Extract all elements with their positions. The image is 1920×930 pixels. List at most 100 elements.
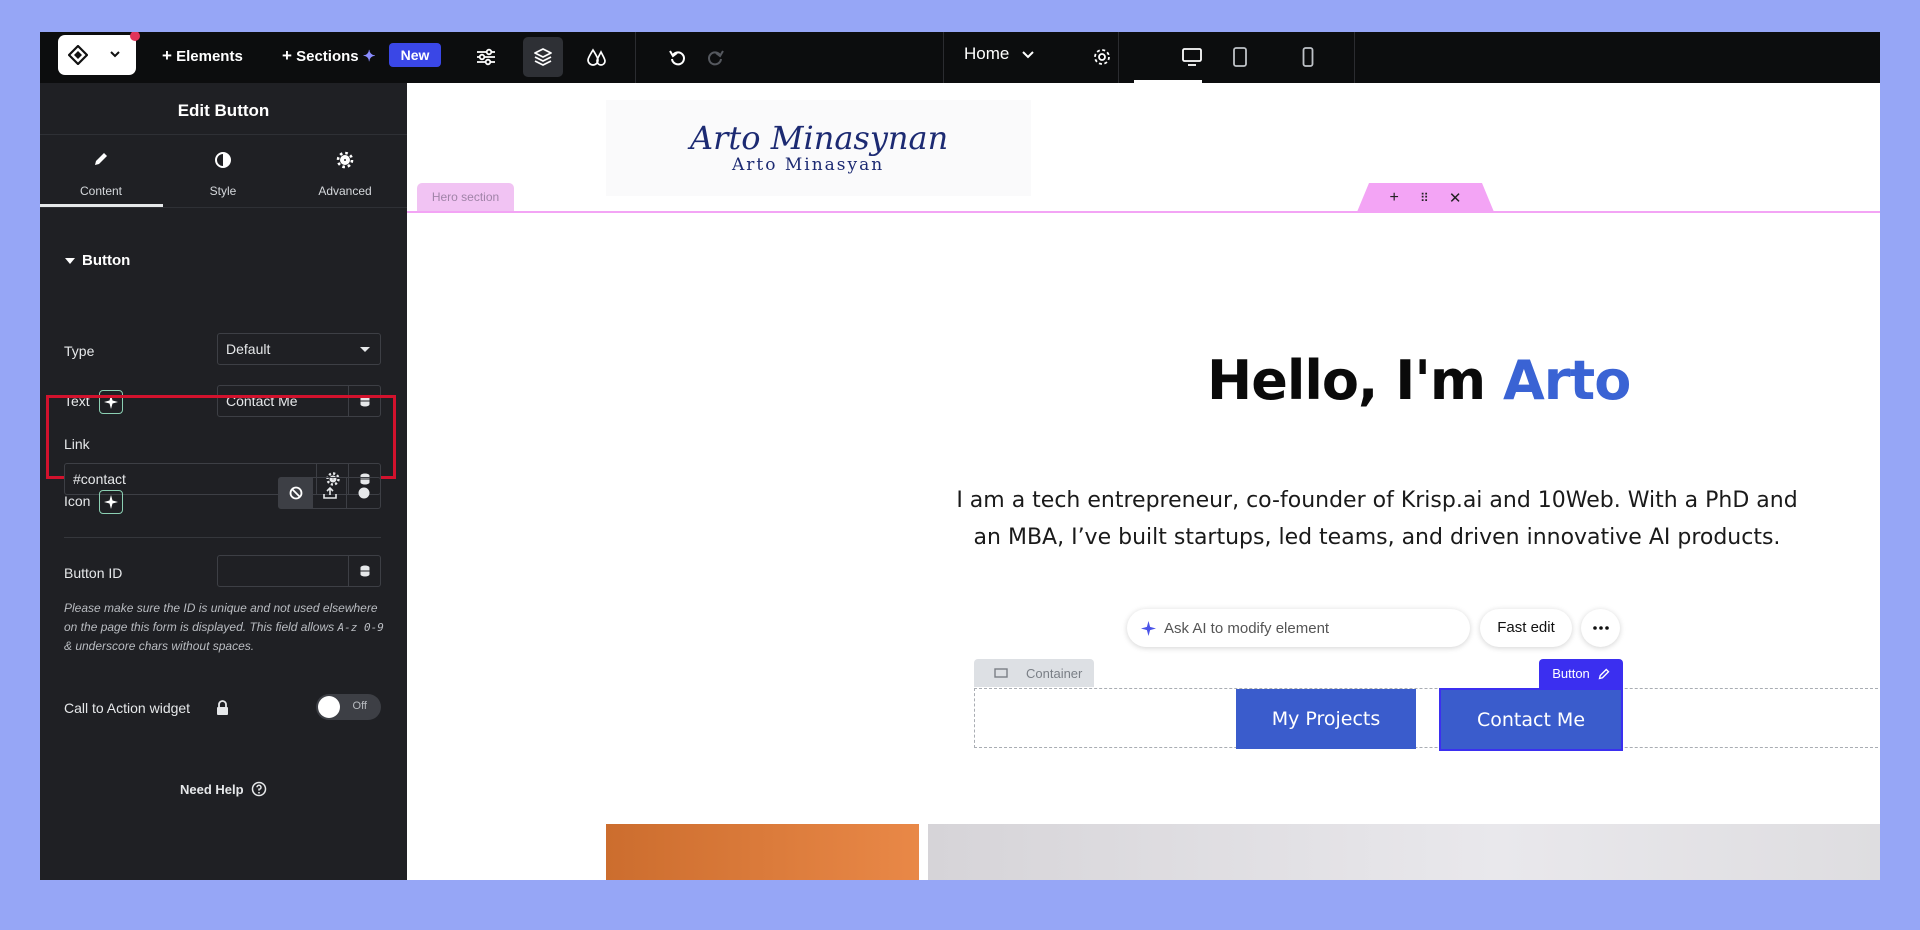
redo-icon xyxy=(708,50,724,66)
database-icon xyxy=(360,565,369,577)
droplets-icon xyxy=(587,48,606,66)
dynamic-tags-button[interactable] xyxy=(348,556,380,586)
mobile-view-button[interactable] xyxy=(1284,37,1332,77)
ai-placeholder: Ask AI to modify element xyxy=(1164,619,1330,637)
chevron-down-icon xyxy=(1022,51,1034,59)
type-value: Default xyxy=(226,341,271,357)
navigator-button[interactable] xyxy=(523,37,563,77)
fast-edit-button[interactable]: Fast edit xyxy=(1480,609,1572,647)
plus-icon: + xyxy=(282,46,292,65)
add-sections-button[interactable]: + Sections ✦ xyxy=(282,46,375,66)
toggle-state: Off xyxy=(352,700,367,712)
page-canvas: Arto Minasynan Arto Minasyan Hero sectio… xyxy=(407,83,1880,880)
need-help-link[interactable]: Need Help xyxy=(180,781,267,797)
tab-style[interactable]: Style xyxy=(162,135,284,207)
cta-toggle[interactable]: Off xyxy=(316,694,381,720)
page-settings-button[interactable] xyxy=(1082,37,1122,77)
sparkle-icon xyxy=(104,495,118,509)
buttons-container[interactable] xyxy=(974,688,1880,748)
site-menu-button[interactable] xyxy=(58,32,140,75)
tablet-view-button[interactable] xyxy=(1216,37,1264,77)
editor-window: + Elements + Sections ✦ New Home Edit Bu… xyxy=(40,32,1880,880)
button-id-hint: Please make sure the ID is unique and no… xyxy=(64,599,384,656)
mobile-icon xyxy=(1302,47,1314,67)
ai-modify-input[interactable]: Ask AI to modify element xyxy=(1127,609,1470,647)
button-id-input[interactable] xyxy=(218,556,348,586)
container-icon xyxy=(994,668,1008,678)
hero-description[interactable]: I am a tech entrepreneur, co-founder of … xyxy=(947,482,1807,556)
sparkle-icon: ✦ xyxy=(362,48,376,65)
cta-label: Call to Action widget xyxy=(64,700,191,716)
button-widget-tag[interactable]: Button xyxy=(1539,659,1623,688)
lock-icon xyxy=(217,700,228,715)
toolbar-divider xyxy=(635,32,636,83)
no-icon-option[interactable] xyxy=(279,478,312,508)
edit-panel: Edit Button Content Style Advanced Butto… xyxy=(40,83,407,880)
toolbar-divider xyxy=(943,32,944,83)
plus-icon: + xyxy=(162,46,172,65)
caret-down-icon[interactable] xyxy=(65,258,75,264)
photo-image xyxy=(928,824,1880,880)
tab-content[interactable]: Content xyxy=(40,135,162,207)
sliders-icon xyxy=(477,48,495,66)
library-icon-option[interactable] xyxy=(346,478,380,508)
add-elements-button[interactable]: + Elements xyxy=(162,46,243,66)
ban-icon xyxy=(289,486,302,500)
orange-image xyxy=(606,824,919,880)
pencil-icon xyxy=(95,153,107,165)
toggle-knob xyxy=(318,696,340,718)
panel-title: Edit Button xyxy=(177,101,270,120)
site-settings-button[interactable] xyxy=(466,37,506,77)
upload-icon-option[interactable] xyxy=(312,478,346,508)
pencil-icon xyxy=(1598,668,1610,679)
hero-heading[interactable]: Hello, I'm Arto xyxy=(1207,349,1631,412)
notification-dot xyxy=(130,32,140,41)
icon-label: Icon xyxy=(64,493,91,509)
container-tag[interactable]: Container xyxy=(974,659,1094,687)
hero-heading-accent: Arto xyxy=(1502,349,1631,412)
undo-button[interactable] xyxy=(658,37,698,77)
page-name: Home xyxy=(964,44,1010,63)
new-badge: New xyxy=(389,43,441,67)
more-options-button[interactable] xyxy=(1581,609,1620,647)
upload-icon xyxy=(322,486,337,499)
theme-style-button[interactable] xyxy=(577,37,617,77)
section-title-button[interactable]: Button xyxy=(82,252,130,269)
hero-heading-text: Hello, I'm xyxy=(1207,349,1503,412)
tab-advanced[interactable]: Advanced xyxy=(284,135,406,207)
contact-me-button[interactable]: Contact Me xyxy=(1439,688,1623,751)
hint-prefix: Please make sure the ID is unique and no… xyxy=(64,601,378,634)
button-tag-label: Button xyxy=(1552,666,1590,681)
toolbar-divider xyxy=(1118,32,1119,83)
ai-sparkle-button[interactable] xyxy=(99,490,123,514)
drag-handle-icon[interactable]: ⠿ xyxy=(1420,191,1429,205)
hint-code: A-z 0-9 xyxy=(337,621,384,634)
gear-icon xyxy=(336,151,354,169)
signature-subtext: Arto Minasyan xyxy=(732,155,885,175)
elements-label: Elements xyxy=(176,48,243,65)
need-help-label: Need Help xyxy=(180,782,244,797)
button-id-label: Button ID xyxy=(64,565,123,581)
chevron-down-icon xyxy=(360,347,370,352)
button-id-input-group xyxy=(217,555,381,587)
gear-icon xyxy=(1094,49,1110,65)
hero-section-tag[interactable]: Hero section xyxy=(417,183,514,211)
tablet-icon xyxy=(1233,47,1247,67)
desktop-icon xyxy=(1182,48,1202,66)
page-select[interactable]: Home xyxy=(964,44,1034,64)
close-icon[interactable]: ✕ xyxy=(1449,189,1462,207)
add-section-icon[interactable]: + xyxy=(1390,189,1399,207)
sections-label: Sections xyxy=(296,48,359,65)
tab-label: Style xyxy=(209,184,237,198)
section-outline xyxy=(407,211,1880,213)
link-label: Link xyxy=(64,436,90,452)
circle-icon xyxy=(358,487,369,499)
redo-button[interactable] xyxy=(695,37,735,77)
hint-suffix: & underscore chars without spaces. xyxy=(64,639,255,653)
my-projects-button[interactable]: My Projects xyxy=(1236,689,1416,749)
type-label: Type xyxy=(64,343,95,359)
toolbar-divider xyxy=(1354,32,1355,83)
type-select[interactable]: Default xyxy=(217,333,381,365)
sparkle-icon xyxy=(1141,620,1156,636)
desktop-view-button[interactable] xyxy=(1168,37,1216,77)
